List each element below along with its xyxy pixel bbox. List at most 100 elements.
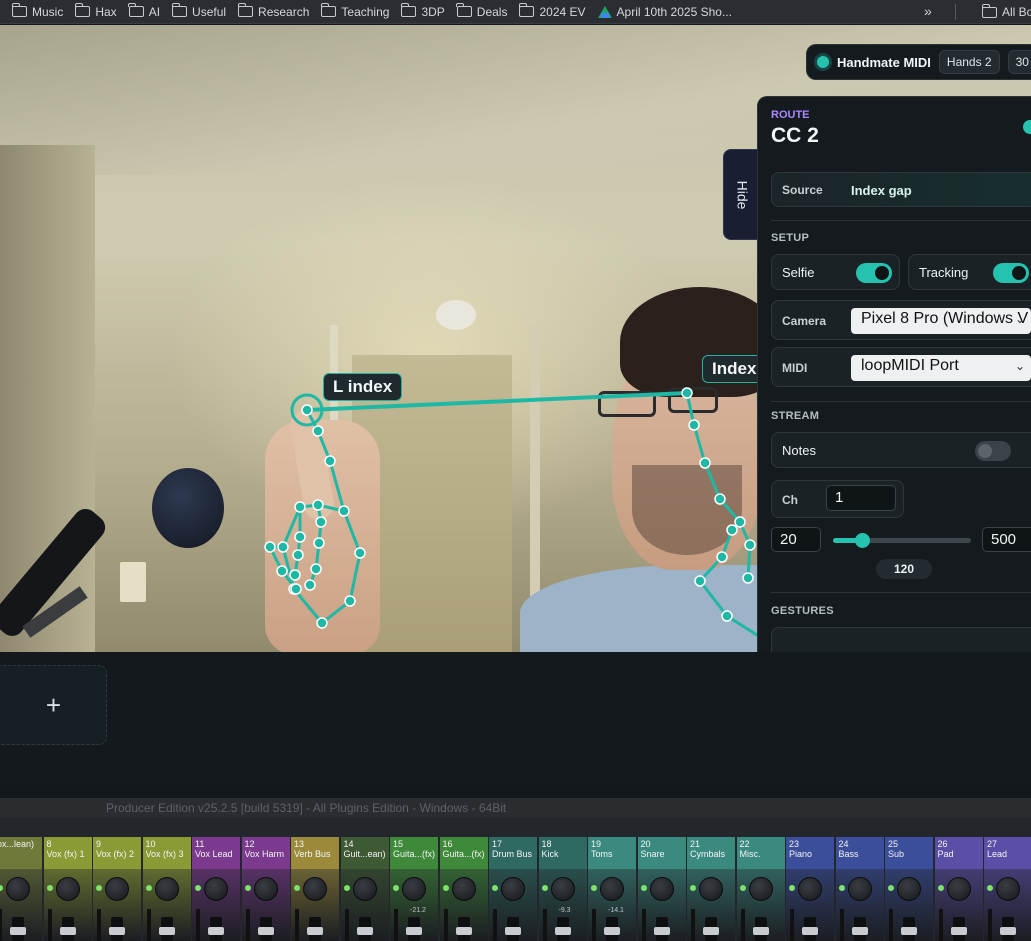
mixer-strip-header[interactable]: 9 Vox (fx) 2 <box>93 837 141 869</box>
mixer-strip[interactable]: 11 Vox Lead <box>192 837 240 941</box>
pan-knob[interactable] <box>402 877 426 901</box>
pan-knob[interactable] <box>204 877 228 901</box>
bookmark-6[interactable]: 3DP <box>389 0 445 24</box>
mixer-strip-header[interactable]: 16Guita...(fx) 2 <box>439 837 488 869</box>
mixer-strip-header[interactable]: 15Guita...(fx) 1 <box>390 837 438 869</box>
pan-knob[interactable] <box>847 877 872 901</box>
volume-fader[interactable] <box>158 927 175 935</box>
mixer-strip[interactable]: 23 Piano <box>786 837 834 941</box>
mixer-strip-header[interactable]: 24 Bass <box>835 837 884 869</box>
mixer-strip-header[interactable]: 13 Verb Bus <box>291 837 339 869</box>
mixer-strip-header[interactable]: 23 Piano <box>786 837 834 869</box>
mixer-strip-header[interactable]: 17 Drum Bus <box>489 837 537 869</box>
pan-knob[interactable] <box>550 877 575 901</box>
mixer-strip-header[interactable]: 8 Vox (fx) 1 <box>43 837 92 869</box>
mixer-enable-led[interactable] <box>888 885 894 891</box>
volume-fader[interactable] <box>901 927 917 935</box>
pan-knob[interactable] <box>699 877 723 901</box>
hands-chip[interactable]: Hands 2 <box>938 50 1000 74</box>
volume-fader[interactable] <box>802 927 818 935</box>
mixer-strip[interactable]: 21 Cymbals <box>687 837 735 941</box>
mixer-enable-led[interactable] <box>987 885 993 891</box>
bookmark-1[interactable]: Hax <box>63 0 117 24</box>
volume-fader[interactable] <box>109 927 125 935</box>
tracking-switch[interactable] <box>993 263 1029 283</box>
mixer-enable-led[interactable] <box>46 885 53 891</box>
bookmark-9[interactable]: April 10th 2025 Sho... <box>586 0 732 24</box>
mixer-strip[interactable]: 19 Toms -14.1 <box>588 837 636 941</box>
hide-panel-tab[interactable]: Hide <box>723 149 761 240</box>
mixer-enable-led[interactable] <box>690 885 696 891</box>
midi-select[interactable]: loopMIDI Port ⌄ <box>851 355 1031 381</box>
bookmark-2[interactable]: AI <box>117 0 160 24</box>
volume-fader[interactable] <box>307 927 323 935</box>
mixer-enable-led[interactable] <box>145 885 152 891</box>
selfie-switch[interactable] <box>856 263 892 283</box>
pan-knob[interactable] <box>996 877 1020 901</box>
mixer-strip[interactable]: 24 Bass <box>835 837 884 941</box>
volume-fader[interactable] <box>356 927 373 935</box>
mixer-enable-led[interactable] <box>244 885 251 891</box>
volume-fader[interactable] <box>703 927 719 935</box>
mixer-enable-led[interactable] <box>343 885 350 891</box>
pan-knob[interactable] <box>649 877 674 901</box>
mixer-strip[interactable]: 22 Misc. <box>736 837 785 941</box>
mixer-strip-header[interactable]: 18 Kick <box>538 837 587 869</box>
mixer-strip-header[interactable]: 20 Snare <box>637 837 686 869</box>
volume-fader[interactable] <box>554 927 571 935</box>
mixer-strip[interactable]: 18 Kick -9.3 <box>538 837 587 941</box>
pan-knob[interactable] <box>946 877 971 901</box>
mixer-strip[interactable]: 15Guita...(fx) 1 -21.2 <box>390 837 438 941</box>
pan-knob[interactable] <box>6 877 30 901</box>
mixer-strip[interactable]: 12 Vox Harm <box>241 837 290 941</box>
mixer-strip[interactable]: 9 Vox (fx) 2 <box>93 837 141 941</box>
range-min-input[interactable]: 20 <box>771 527 821 552</box>
pan-knob[interactable] <box>154 877 179 901</box>
mixer-strip[interactable]: 20 Snare <box>637 837 686 941</box>
volume-fader[interactable] <box>851 927 868 935</box>
volume-fader[interactable] <box>10 927 26 935</box>
mixer-strip[interactable]: 13 Verb Bus <box>291 837 339 941</box>
mixer-strip-header[interactable]: ox...lean) <box>0 837 42 869</box>
range-max-input[interactable]: 500 <box>982 527 1031 552</box>
pan-knob[interactable] <box>748 877 773 901</box>
mixer-enable-led[interactable] <box>591 885 597 891</box>
bookmark-3[interactable]: Useful <box>160 0 226 24</box>
pan-knob[interactable] <box>303 877 327 901</box>
source-field[interactable]: Source Index gap <box>771 172 1031 207</box>
volume-fader[interactable] <box>257 927 274 935</box>
pan-knob[interactable] <box>451 877 476 901</box>
volume-fader[interactable] <box>59 927 76 935</box>
more-bookmarks-chevron-icon[interactable]: » <box>924 3 932 19</box>
pan-knob[interactable] <box>253 877 278 901</box>
bookmark-5[interactable]: Teaching <box>309 0 389 24</box>
mixer-strip-header[interactable]: 14 Guit...ean) <box>340 837 389 869</box>
mixer-strip[interactable]: 10 Vox (fx) 3 <box>142 837 191 941</box>
mixer-strip-header[interactable]: 11 Vox Lead <box>192 837 240 869</box>
mixer-strip[interactable]: 14 Guit...ean) <box>340 837 389 941</box>
fps-chip[interactable]: 30 f <box>1007 50 1031 74</box>
pan-knob[interactable] <box>55 877 80 901</box>
mixer-strip-header[interactable]: 26 Pad <box>934 837 983 869</box>
mixer-strip-header[interactable]: 27 Lead <box>984 837 1031 869</box>
mixer-strip[interactable]: 16Guita...(fx) 2 <box>439 837 488 941</box>
mixer-strip-header[interactable]: 10 Vox (fx) 3 <box>142 837 191 869</box>
volume-fader[interactable] <box>455 927 472 935</box>
add-route-button[interactable]: + <box>0 665 107 745</box>
mixer-enable-led[interactable] <box>838 885 845 891</box>
mixer-enable-led[interactable] <box>492 885 498 891</box>
volume-fader[interactable] <box>950 927 967 935</box>
bookmark-8[interactable]: 2024 EV <box>507 0 586 24</box>
notes-switch[interactable] <box>975 441 1011 461</box>
mixer-enable-led[interactable] <box>0 885 3 891</box>
volume-fader[interactable] <box>505 927 521 935</box>
mixer-enable-led[interactable] <box>937 885 944 891</box>
bookmark-7[interactable]: Deals <box>445 0 507 24</box>
mixer-strip-header[interactable]: 25 Sub <box>885 837 933 869</box>
volume-fader[interactable] <box>604 927 620 935</box>
route-enabled-toggle[interactable] <box>1023 120 1031 134</box>
range-slider[interactable] <box>833 533 971 548</box>
volume-fader[interactable] <box>406 927 422 935</box>
mixer-enable-led[interactable] <box>442 885 449 891</box>
mixer-strip-header[interactable]: 22 Misc. <box>736 837 785 869</box>
